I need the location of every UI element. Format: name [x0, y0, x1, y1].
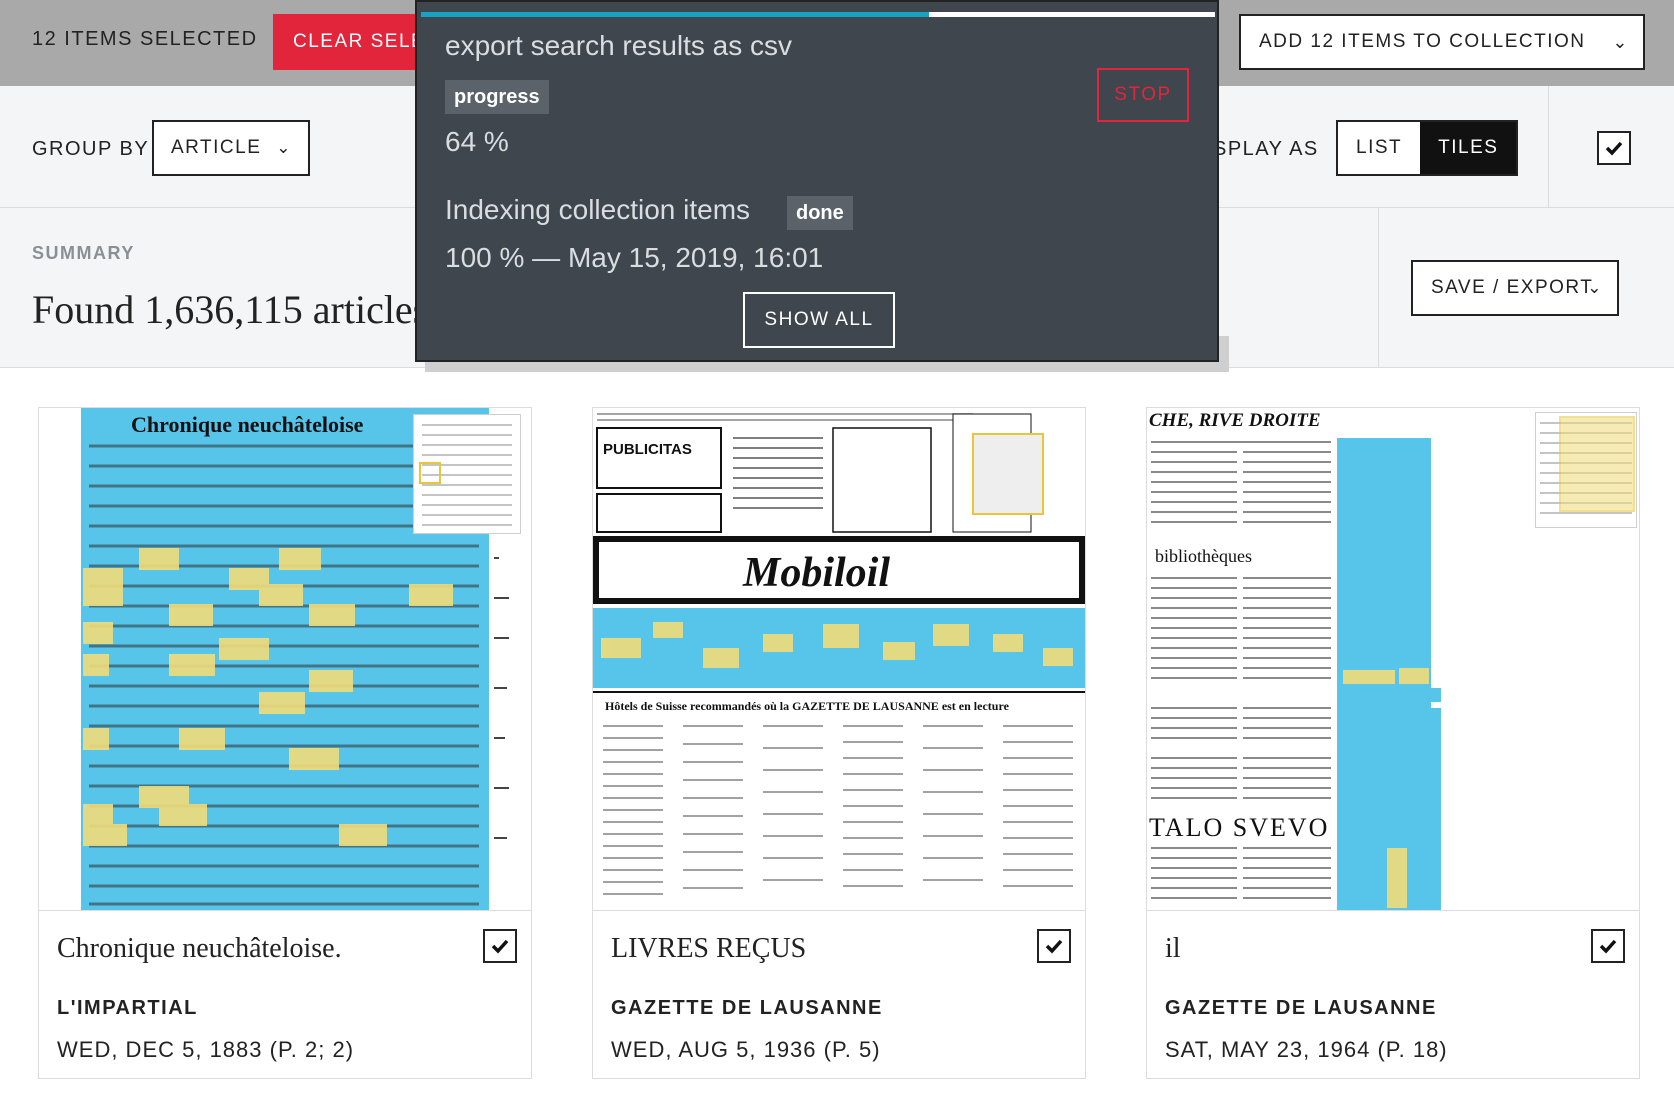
- clear-selection-button[interactable]: CLEAR SELECTION: [273, 14, 423, 70]
- newspaper-source[interactable]: GAZETTE DE LAUSANNE: [611, 997, 883, 1020]
- job-status: 100 % — May 15, 2019, 16:01: [445, 242, 824, 273]
- result-card[interactable]: CHE, RIVE DROITE bibliothèques TALO SVEV…: [1146, 407, 1640, 1079]
- group-by-value: ARTICLE: [171, 137, 262, 158]
- job-progress-fill: [421, 12, 930, 17]
- thumbnail-subheading-text: bibliothèques: [1155, 546, 1252, 566]
- display-tiles-option[interactable]: TILES: [1420, 122, 1517, 174]
- stop-job-button[interactable]: STOP: [1097, 68, 1189, 122]
- save-export-label: SAVE / EXPORT: [1431, 277, 1594, 298]
- checkmark-icon: [1045, 939, 1063, 954]
- page-thumbnail[interactable]: CHE, RIVE DROITE bibliothèques TALO SVEV…: [1147, 408, 1639, 910]
- job-progress-bar: [421, 12, 1215, 17]
- publication-date: SAT, MAY 23, 1964 (P. 18): [1165, 1037, 1448, 1062]
- page-minimap: [1535, 412, 1637, 528]
- add-to-collection-label: ADD 12 ITEMS TO COLLECTION: [1259, 31, 1586, 52]
- publication-date: WED, AUG 5, 1936 (P. 5): [611, 1037, 881, 1062]
- chevron-down-icon: ⌄: [1612, 32, 1629, 52]
- article-title[interactable]: il: [1165, 933, 1181, 965]
- status-badge: done: [787, 196, 853, 230]
- select-checkbox[interactable]: [483, 929, 517, 963]
- group-by-label: GROUP BY: [32, 138, 150, 160]
- card-info: Chronique neuchâteloise. L'IMPARTIAL WED…: [39, 910, 531, 1079]
- jobs-popup: export search results as csv progress 64…: [415, 0, 1219, 362]
- job-title: export search results as csv: [445, 30, 793, 61]
- summary-label: SUMMARY: [32, 243, 135, 263]
- select-all-checkbox[interactable]: [1597, 131, 1631, 165]
- article-title[interactable]: LIVRES REÇUS: [611, 933, 806, 965]
- result-card[interactable]: PUBLICITAS Mobiloil Hôtels de Suisse rec…: [592, 407, 1086, 1079]
- article-title[interactable]: Chronique neuchâteloise.: [57, 933, 342, 965]
- select-checkbox[interactable]: [1591, 929, 1625, 963]
- job-title: Indexing collection items: [445, 194, 751, 225]
- newspaper-source[interactable]: GAZETTE DE LAUSANNE: [1165, 997, 1437, 1020]
- divider: [1378, 208, 1379, 368]
- page-thumbnail[interactable]: PUBLICITAS Mobiloil Hôtels de Suisse rec…: [593, 408, 1085, 910]
- status-badge: progress: [445, 80, 549, 114]
- result-card[interactable]: Chronique neuchâteloise Chronique neuchâ…: [38, 407, 532, 1079]
- thumbnail-heading-text: Chronique neuchâteloise: [131, 412, 364, 437]
- thumbnail-ad-text: Mobiloil: [742, 550, 890, 596]
- show-all-jobs-button[interactable]: SHOW ALL: [743, 292, 895, 348]
- chevron-down-icon: ⌄: [1587, 278, 1603, 297]
- newspaper-source[interactable]: L'IMPARTIAL: [57, 997, 198, 1020]
- display-list-option[interactable]: LIST: [1338, 122, 1421, 174]
- divider: [1548, 86, 1549, 208]
- checkmark-icon: [491, 939, 509, 954]
- thumbnail-heading-text: CHE, RIVE DROITE: [1149, 410, 1321, 431]
- select-checkbox[interactable]: [1037, 929, 1071, 963]
- save-export-button[interactable]: SAVE / EXPORT ⌄: [1411, 260, 1619, 316]
- selected-count: 12 ITEMS SELECTED: [32, 28, 258, 50]
- card-info: LIVRES REÇUS GAZETTE DE LAUSANNE WED, AU…: [593, 910, 1085, 1079]
- thumbnail-heading-text: Hôtels de Suisse recommandés où la GAZET…: [605, 699, 1010, 713]
- found-count-text: Found 1,636,115 articles: [32, 287, 429, 332]
- display-as-toggle: LIST TILES: [1336, 120, 1519, 176]
- page-thumbnail[interactable]: Chronique neuchâteloise: [39, 408, 531, 910]
- checkmark-icon: [1605, 141, 1623, 156]
- group-by-select[interactable]: ARTICLE ⌄: [152, 120, 310, 176]
- newspaper-scan-image: PUBLICITAS Mobiloil Hôtels de Suisse rec…: [593, 408, 1085, 910]
- card-info: il GAZETTE DE LAUSANNE SAT, MAY 23, 1964…: [1147, 910, 1639, 1079]
- page-minimap: [413, 414, 521, 534]
- add-to-collection-button[interactable]: ADD 12 ITEMS TO COLLECTION ⌄: [1239, 14, 1645, 70]
- job-percent: 64 %: [445, 126, 509, 157]
- thumbnail-ad-text: PUBLICITAS: [603, 441, 692, 458]
- publication-date: WED, DEC 5, 1883 (P. 2; 2): [57, 1037, 355, 1062]
- checkmark-icon: [1599, 939, 1617, 954]
- chevron-down-icon: ⌄: [276, 138, 292, 157]
- thumbnail-heading-text: TALO SVEVO: [1149, 813, 1329, 842]
